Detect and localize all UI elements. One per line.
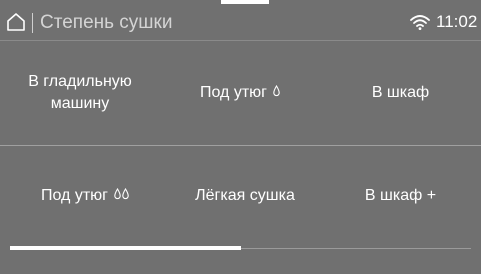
option-ironer-label: В гладильную машину: [28, 71, 132, 115]
option-cupboard-dry-label: В шкаф: [371, 84, 430, 101]
option-cupboard-dry-plus[interactable]: В шкаф +: [320, 146, 481, 246]
status-header: Степень сушки 11:02: [0, 0, 481, 40]
wifi-icon: [410, 15, 430, 30]
scroll-indicator[interactable]: [10, 246, 241, 250]
drop-icon: [273, 82, 280, 104]
clock-time: 11:02: [436, 12, 478, 31]
page-title: Степень сушки: [40, 12, 173, 33]
option-iron-dry-2-label: Под утюг: [41, 187, 108, 204]
option-iron-dry-2[interactable]: Под утюг: [0, 146, 170, 246]
pull-down-handle[interactable]: [221, 0, 269, 4]
drop-icon: [122, 185, 129, 207]
drop-icon: [114, 185, 121, 207]
option-ironer[interactable]: В гладильную машину: [0, 41, 160, 145]
home-button[interactable]: [6, 12, 26, 32]
header-divider: [32, 13, 33, 33]
option-iron-dry-1[interactable]: Под утюг: [160, 41, 320, 145]
option-cupboard-dry-plus-label: В шкаф +: [364, 187, 437, 204]
drying-level-screen: Степень сушки 11:02 В гладильную машину …: [0, 0, 481, 274]
option-light-dry[interactable]: Лёгкая сушка: [170, 146, 320, 246]
option-cupboard-dry[interactable]: В шкаф: [320, 41, 481, 145]
home-icon: [7, 13, 25, 31]
option-light-dry-label: Лёгкая сушка: [195, 187, 295, 204]
option-ironer-line1: В гладильную: [28, 73, 132, 90]
option-iron-dry-1-label: Под утюг: [200, 84, 267, 101]
option-ironer-line2: машину: [50, 95, 110, 112]
